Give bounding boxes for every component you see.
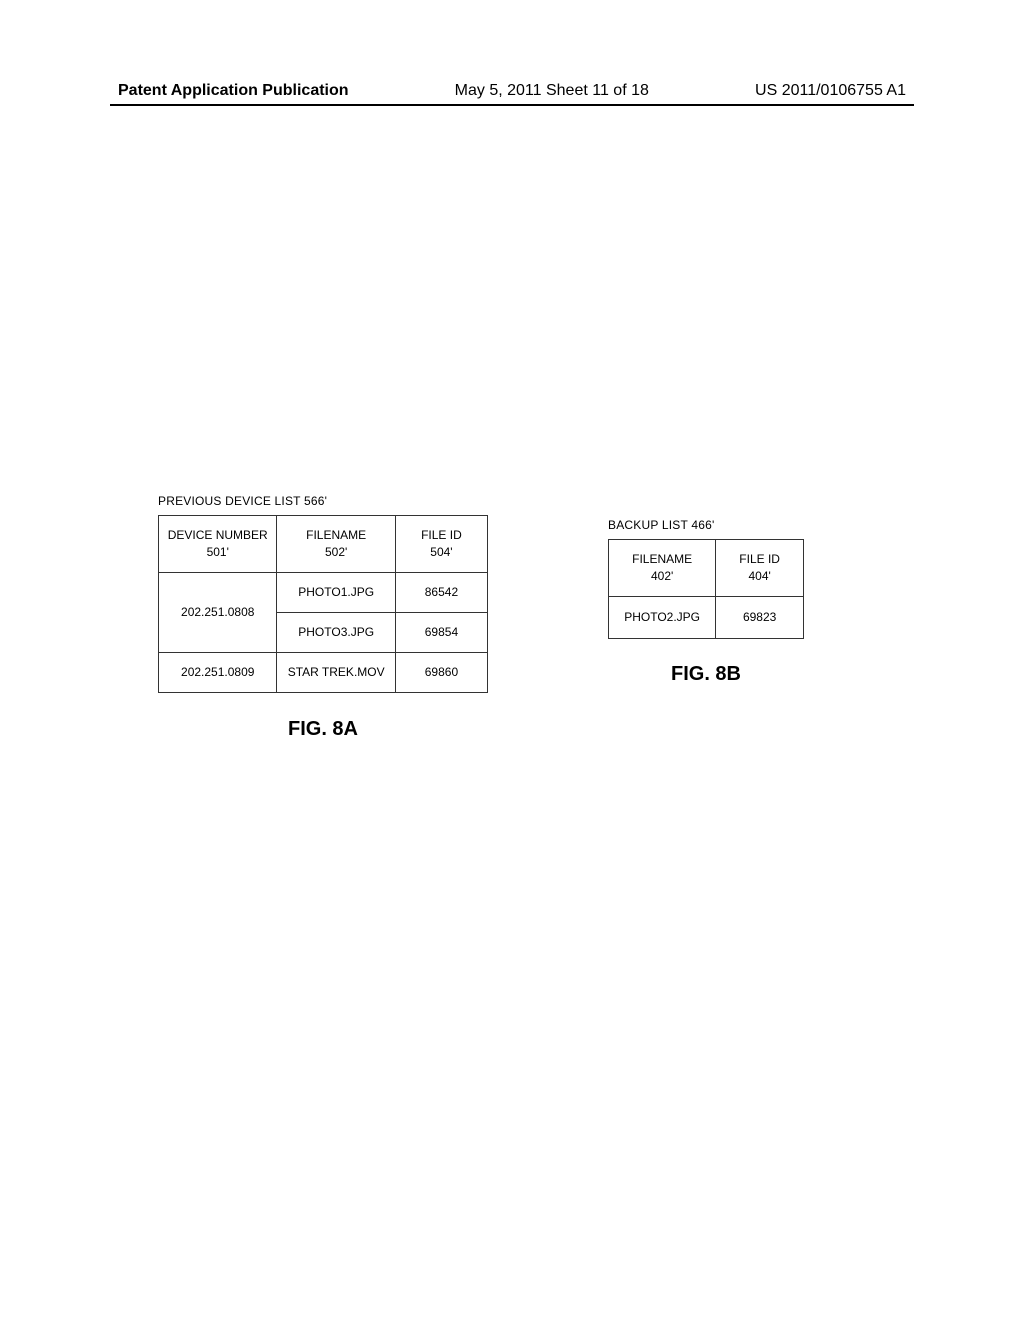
col-ref: 402': [651, 569, 673, 583]
col-ref: 504': [430, 545, 452, 559]
table-row: 202.251.0808 PHOTO1.JPG 86542: [159, 572, 488, 612]
header-right: US 2011/0106755 A1: [755, 82, 906, 100]
figure-8a-container: PREVIOUS DEVICE LIST 566' DEVICE NUMBER …: [158, 494, 488, 741]
backup-list-table: FILENAME 402' FILE ID 404' PHOTO2.JPG 69…: [608, 539, 804, 639]
figure-8b-container: BACKUP LIST 466' FILENAME 402' FILE ID 4…: [608, 518, 804, 686]
cell-filename: PHOTO3.JPG: [277, 612, 395, 652]
header-center: May 5, 2011 Sheet 11 of 18: [455, 82, 649, 100]
figure-8a-caption: FIG. 8A: [158, 718, 488, 741]
cell-device: 202.251.0809: [159, 652, 277, 692]
cell-fileid: 69860: [395, 652, 487, 692]
col-header-filename: FILENAME 402': [609, 540, 716, 597]
col-header-fileid: FILE ID 404': [716, 540, 804, 597]
page-header: Patent Application Publication May 5, 20…: [118, 82, 906, 106]
cell-filename: PHOTO1.JPG: [277, 572, 395, 612]
cell-device: 202.251.0808: [159, 572, 277, 652]
figure-8b-caption: FIG. 8B: [608, 663, 804, 686]
figure-8a-title: PREVIOUS DEVICE LIST 566': [158, 494, 488, 508]
header-left: Patent Application Publication: [118, 82, 349, 100]
table-row: PHOTO2.JPG 69823: [609, 596, 804, 638]
col-ref: 501': [207, 545, 229, 559]
col-label: DEVICE NUMBER: [168, 528, 268, 542]
col-ref: 404': [748, 569, 770, 583]
col-ref: 502': [325, 545, 347, 559]
previous-device-list-table: DEVICE NUMBER 501' FILENAME 502' FILE ID…: [158, 515, 488, 693]
col-header-filename: FILENAME 502': [277, 516, 395, 573]
col-header-device-number: DEVICE NUMBER 501': [159, 516, 277, 573]
cell-filename: PHOTO2.JPG: [609, 596, 716, 638]
col-header-fileid: FILE ID 504': [395, 516, 487, 573]
cell-fileid: 69823: [716, 596, 804, 638]
table-row: 202.251.0809 STAR TREK.MOV 69860: [159, 652, 488, 692]
header-rule: [110, 104, 914, 106]
cell-fileid: 86542: [395, 572, 487, 612]
figure-8b-title: BACKUP LIST 466': [608, 518, 804, 532]
col-label: FILE ID: [421, 528, 462, 542]
cell-fileid: 69854: [395, 612, 487, 652]
col-label: FILENAME: [632, 552, 692, 566]
col-label: FILE ID: [739, 552, 780, 566]
col-label: FILENAME: [306, 528, 366, 542]
cell-filename: STAR TREK.MOV: [277, 652, 395, 692]
